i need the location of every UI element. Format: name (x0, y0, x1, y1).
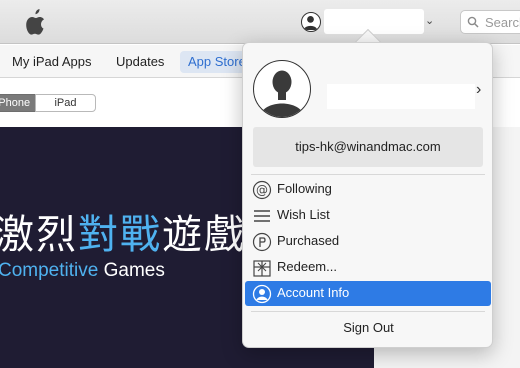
menu-item-redeem[interactable]: Redeem... (245, 255, 491, 280)
tab-updates[interactable]: Updates (116, 51, 164, 73)
chevron-right-icon[interactable]: › (476, 81, 481, 99)
person-silhouette-icon (260, 70, 304, 117)
menu-label: Wish List (277, 207, 330, 222)
account-email[interactable]: tips-hk@winandmac.com (253, 127, 483, 167)
banner-subtitle: Competitive Games (0, 260, 165, 282)
person-icon (252, 284, 272, 304)
search-input[interactable]: Search (460, 10, 520, 34)
menu-label: Purchased (277, 233, 340, 248)
account-popover: › tips-hk@winandmac.com @ Following Wish… (242, 42, 493, 348)
account-avatar-icon (303, 15, 318, 30)
gift-icon (253, 260, 271, 277)
menu-item-purchased[interactable]: Purchased (245, 229, 491, 254)
menu-label: Following (277, 181, 332, 196)
device-toggle-ipad[interactable]: iPad (35, 94, 96, 112)
profile-avatar (253, 60, 311, 118)
banner-subtitle-rest: Games (98, 260, 165, 281)
device-toggle-iphone[interactable]: iPhone (0, 94, 36, 112)
account-name-field[interactable] (324, 9, 424, 34)
profile-name-field[interactable] (327, 84, 475, 109)
search-placeholder: Search (485, 15, 520, 30)
purchased-icon (252, 232, 272, 252)
svg-text:@: @ (256, 183, 268, 197)
banner-title: 激烈對戰遊戲 (0, 202, 246, 260)
apple-logo-icon (26, 9, 44, 35)
search-icon (467, 16, 479, 28)
tab-my-ipad-apps[interactable]: My iPad Apps (12, 51, 92, 73)
title-bar: ⌄ Search (0, 0, 520, 44)
divider (251, 311, 485, 312)
banner-title-part1: 激烈 (0, 212, 78, 258)
sign-out-button[interactable]: Sign Out (243, 320, 494, 335)
banner-title-highlight: 對戰 (78, 212, 162, 258)
list-icon (254, 210, 270, 222)
at-icon: @ (252, 180, 272, 200)
menu-item-following[interactable]: @ Following (245, 177, 491, 202)
divider (251, 174, 485, 175)
menu-label: Account Info (277, 285, 350, 300)
menu-item-wish-list[interactable]: Wish List (245, 203, 491, 228)
menu-label: Redeem... (277, 259, 337, 274)
menu-item-account-info[interactable]: Account Info (245, 281, 491, 306)
banner-title-part2: 遊戲 (162, 212, 246, 258)
chevron-down-icon[interactable]: ⌄ (425, 14, 435, 28)
banner-subtitle-highlight: Competitive (0, 260, 99, 281)
account-button[interactable] (301, 12, 321, 32)
